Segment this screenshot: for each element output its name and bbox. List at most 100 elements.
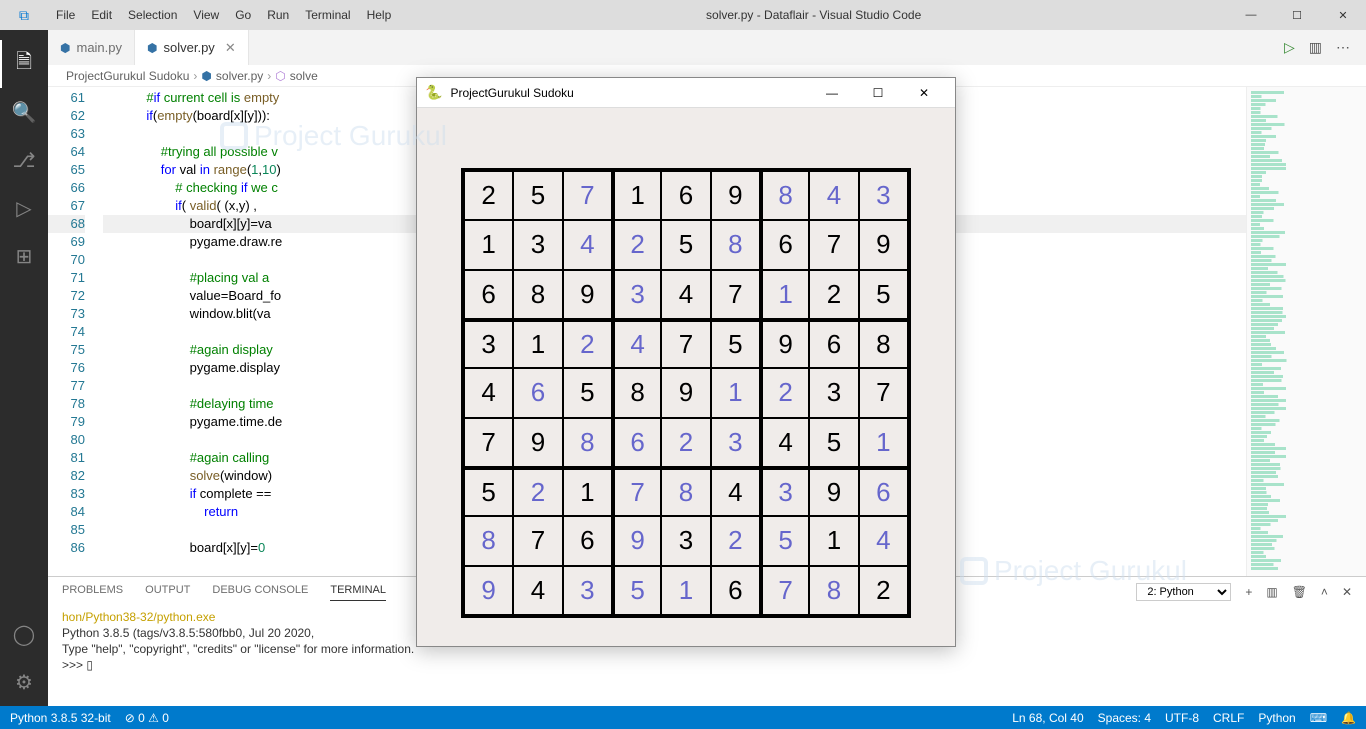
- terminal-select[interactable]: 2: Python: [1136, 583, 1231, 601]
- status-item[interactable]: UTF-8: [1165, 711, 1199, 725]
- sudoku-cell: 3: [513, 220, 562, 269]
- sudoku-cell: 4: [661, 270, 710, 319]
- breadcrumb-item[interactable]: solver.py: [216, 69, 263, 83]
- close-icon[interactable]: ✕: [1320, 0, 1366, 30]
- sudoku-cell: 8: [711, 220, 760, 269]
- split-terminal-icon[interactable]: ▥: [1266, 585, 1277, 599]
- sudoku-cell: 3: [661, 516, 710, 565]
- gear-icon[interactable]: ⚙: [0, 658, 48, 706]
- menu-selection[interactable]: Selection: [120, 8, 185, 22]
- sudoku-cell: 9: [711, 171, 760, 220]
- status-item[interactable]: ⊘ 0 ⚠ 0: [125, 711, 169, 725]
- menu-help[interactable]: Help: [359, 8, 400, 22]
- sudoku-cell: 3: [760, 467, 809, 516]
- menu-view[interactable]: View: [185, 8, 227, 22]
- function-icon: ⬡: [275, 69, 285, 83]
- sudoku-cell: 4: [563, 220, 612, 269]
- run-icon[interactable]: ▷: [1284, 39, 1295, 56]
- split-editor-icon[interactable]: ▥: [1309, 39, 1322, 56]
- close-icon[interactable]: ✕: [901, 86, 947, 100]
- python-icon: ⬢: [147, 41, 157, 55]
- status-item[interactable]: Ln 68, Col 40: [1012, 711, 1083, 725]
- chevron-up-icon[interactable]: ˄: [1321, 585, 1328, 599]
- sudoku-cell: 8: [661, 467, 710, 516]
- python-icon: ⬢: [201, 69, 211, 83]
- status-item[interactable]: CRLF: [1213, 711, 1244, 725]
- sudoku-cell: 8: [513, 270, 562, 319]
- menu-terminal[interactable]: Terminal: [297, 8, 358, 22]
- sudoku-cell: 2: [563, 319, 612, 368]
- status-item[interactable]: Python: [1258, 711, 1295, 725]
- close-tab-icon[interactable]: ✕: [221, 40, 236, 56]
- sudoku-cell: 7: [711, 270, 760, 319]
- extensions-icon[interactable]: ⊞: [0, 232, 48, 280]
- sudoku-cell: 3: [612, 270, 661, 319]
- panel-tab-output[interactable]: OUTPUT: [145, 584, 190, 601]
- trash-icon[interactable]: 🗑: [1292, 585, 1307, 599]
- sudoku-cell: 3: [563, 566, 612, 615]
- status-item[interactable]: 🔔: [1341, 711, 1356, 725]
- sudoku-cell: 5: [809, 418, 858, 467]
- panel-tab-problems[interactable]: PROBLEMS: [62, 584, 123, 601]
- sudoku-cell: 7: [464, 418, 513, 467]
- sudoku-cell: 3: [711, 418, 760, 467]
- sudoku-cell: 1: [809, 516, 858, 565]
- python-app-icon: 🐍: [425, 84, 442, 101]
- breadcrumb-item[interactable]: solve: [290, 69, 318, 83]
- menu-bar[interactable]: FileEditSelectionViewGoRunTerminalHelp: [48, 8, 399, 22]
- sudoku-cell: 1: [464, 220, 513, 269]
- maximize-icon[interactable]: ☐: [855, 86, 901, 100]
- sudoku-cell: 3: [464, 319, 513, 368]
- sudoku-cell: 2: [859, 566, 908, 615]
- menu-go[interactable]: Go: [227, 8, 259, 22]
- sudoku-cell: 5: [760, 516, 809, 565]
- vscode-icon: ⧉: [0, 7, 48, 24]
- menu-run[interactable]: Run: [259, 8, 297, 22]
- window-controls[interactable]: — ☐ ✕: [1228, 0, 1366, 30]
- menu-file[interactable]: File: [48, 8, 83, 22]
- terminal-line: >>> ▯: [62, 657, 1352, 673]
- tab-main-py[interactable]: ⬢main.py: [48, 30, 135, 65]
- sudoku-cell: 4: [513, 566, 562, 615]
- status-item[interactable]: Spaces: 4: [1098, 711, 1151, 725]
- files-icon[interactable]: 🗎: [0, 40, 48, 88]
- minimap[interactable]: [1246, 87, 1366, 576]
- panel-tab-terminal[interactable]: TERMINAL: [330, 584, 386, 601]
- more-icon[interactable]: ⋯: [1336, 39, 1350, 56]
- minimize-icon[interactable]: —: [809, 86, 855, 100]
- status-item[interactable]: ⌨: [1310, 711, 1327, 725]
- sudoku-cell: 7: [612, 467, 661, 516]
- search-icon[interactable]: 🔍: [0, 88, 48, 136]
- sudoku-cell: 5: [661, 220, 710, 269]
- sudoku-cell: 4: [809, 171, 858, 220]
- sudoku-cell: 5: [464, 467, 513, 516]
- breadcrumb-item[interactable]: ProjectGurukul Sudoku: [66, 69, 189, 83]
- status-item[interactable]: Python 3.8.5 32-bit: [10, 711, 111, 725]
- sudoku-cell: 8: [563, 418, 612, 467]
- sudoku-cell: 1: [711, 368, 760, 417]
- sudoku-cell: 8: [859, 319, 908, 368]
- sudoku-cell: 5: [513, 171, 562, 220]
- tab-solver-py[interactable]: ⬢solver.py✕: [135, 30, 249, 65]
- sudoku-cell: 6: [513, 368, 562, 417]
- sudoku-cell: 4: [464, 368, 513, 417]
- sudoku-cell: 5: [711, 319, 760, 368]
- sudoku-cell: 7: [513, 516, 562, 565]
- close-panel-icon[interactable]: ✕: [1342, 585, 1352, 599]
- maximize-icon[interactable]: ☐: [1274, 0, 1320, 30]
- sudoku-cell: 7: [760, 566, 809, 615]
- menu-edit[interactable]: Edit: [83, 8, 120, 22]
- source-control-icon[interactable]: ⎇: [0, 136, 48, 184]
- sudoku-window: 🐍 ProjectGurukul Sudoku — ☐ ✕ 2571698431…: [416, 77, 956, 647]
- account-icon[interactable]: ◯: [0, 610, 48, 658]
- python-icon: ⬢: [60, 41, 70, 55]
- sudoku-cell: 1: [859, 418, 908, 467]
- sudoku-cell: 9: [563, 270, 612, 319]
- debug-icon[interactable]: ▷: [0, 184, 48, 232]
- minimize-icon[interactable]: —: [1228, 0, 1274, 30]
- sudoku-cell: 2: [612, 220, 661, 269]
- sudoku-cell: 4: [612, 319, 661, 368]
- panel-tab-debug-console[interactable]: DEBUG CONSOLE: [212, 584, 308, 601]
- sudoku-cell: 1: [563, 467, 612, 516]
- add-terminal-icon[interactable]: +: [1245, 585, 1252, 599]
